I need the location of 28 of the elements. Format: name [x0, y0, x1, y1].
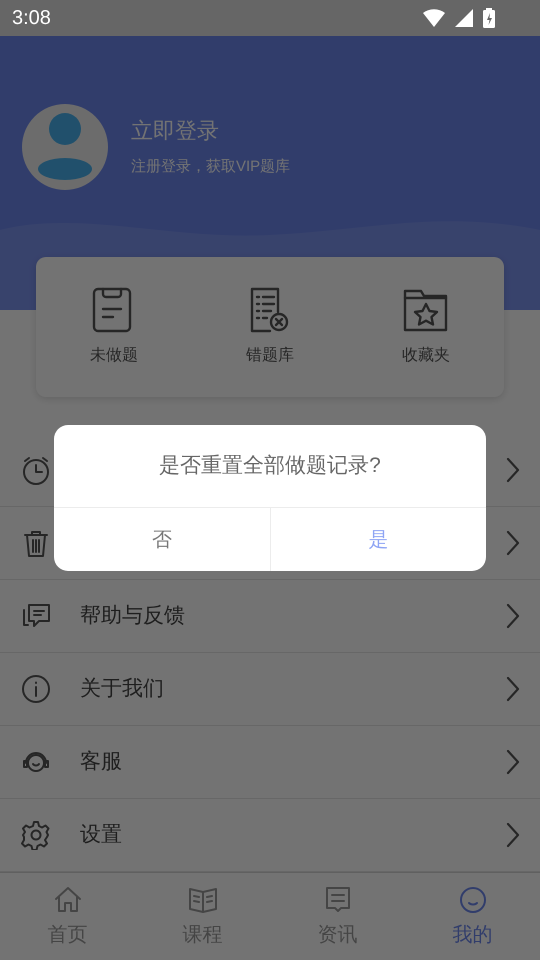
cancel-button[interactable]: 否 [54, 508, 270, 571]
chevron-right-icon [506, 603, 520, 629]
gear-icon [21, 820, 51, 850]
menu-item[interactable]: 关于我们 [80, 673, 164, 705]
person-icon [35, 113, 95, 181]
login-subtitle: 注册登录，获取VIP题库 [131, 156, 290, 177]
shortcut-button[interactable]: 收藏夹 [348, 272, 504, 382]
tab[interactable]: 我的 [405, 873, 540, 960]
shortcut-button[interactable]: 错题库 [192, 272, 348, 382]
menu-item[interactable]: 客服 [80, 746, 122, 778]
login-title[interactable]: 立即登录 [131, 116, 290, 146]
status-time: 3:08 [12, 6, 51, 31]
menu-item[interactable]: 帮助与反馈 [80, 600, 185, 632]
wifi-icon [422, 8, 446, 28]
confirm-button[interactable]: 是 [270, 508, 486, 571]
chevron-right-icon [506, 530, 520, 556]
battery-icon [482, 7, 496, 29]
info-icon [21, 674, 51, 704]
chevron-right-icon [506, 822, 520, 848]
trash-icon [21, 528, 51, 558]
alarm-clock-icon [21, 455, 51, 485]
chevron-right-icon [506, 749, 520, 775]
dialog-message: 是否重置全部做题记录? [158, 453, 382, 480]
signal-icon [454, 8, 474, 28]
shortcut-button[interactable]: 未做题 [36, 272, 192, 382]
chevron-right-icon [506, 676, 520, 702]
menu-item[interactable]: 设置 [80, 819, 122, 851]
chevron-right-icon [506, 457, 520, 483]
